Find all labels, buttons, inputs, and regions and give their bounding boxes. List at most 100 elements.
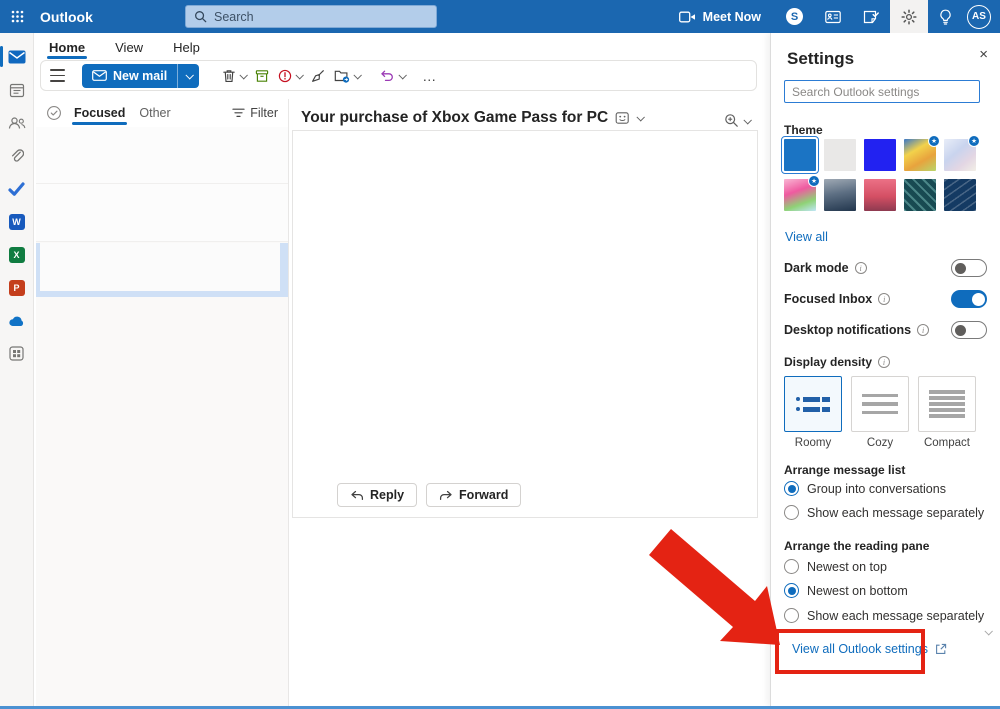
chevron-down-icon: [240, 71, 248, 79]
my-day-button[interactable]: [852, 0, 890, 33]
focused-inbox-toggle[interactable]: [951, 290, 987, 308]
undo-icon: [379, 69, 395, 82]
rail-people-button[interactable]: [0, 106, 33, 139]
close-icon[interactable]: ×: [979, 47, 988, 62]
archive-button[interactable]: [255, 69, 269, 83]
excel-icon: X: [9, 247, 25, 263]
message-list-item-selected[interactable]: [36, 243, 288, 297]
rail-word-button[interactable]: W: [0, 205, 33, 238]
info-icon[interactable]: i: [878, 293, 890, 305]
rail-files-button[interactable]: [0, 139, 33, 172]
view-all-settings-row[interactable]: View all Outlook settings: [792, 642, 947, 656]
settings-search-box[interactable]: [784, 80, 980, 103]
radio-group-conversations[interactable]: Group into conversations: [784, 481, 946, 496]
app-launcher-icon[interactable]: [0, 0, 34, 33]
scroll-down-icon[interactable]: [984, 627, 992, 635]
display-density-label: Display density i: [784, 355, 890, 369]
tab-focused[interactable]: Focused: [72, 102, 127, 124]
theme-swatch-gray[interactable]: [824, 139, 856, 171]
forward-button[interactable]: Forward: [426, 483, 521, 507]
radio-icon: [784, 559, 799, 574]
message-options-icon[interactable]: [615, 111, 630, 125]
radio-show-separately[interactable]: Show each message separately: [784, 505, 984, 520]
tab-help[interactable]: Help: [171, 38, 202, 60]
skype-button[interactable]: S: [775, 0, 814, 33]
premium-star-icon: ★: [928, 135, 940, 147]
view-all-outlook-settings-link[interactable]: View all Outlook settings: [792, 642, 928, 656]
desktop-notifications-toggle[interactable]: [951, 321, 987, 339]
new-mail-button[interactable]: New mail: [82, 64, 199, 88]
density-option-roomy[interactable]: Roomy: [784, 376, 842, 449]
word-icon: W: [9, 214, 25, 230]
info-icon[interactable]: i: [855, 262, 867, 274]
radio-newest-on-top[interactable]: Newest on top: [784, 559, 887, 574]
theme-swatch-colorful-waves[interactable]: ★: [904, 139, 936, 171]
roomy-preview-icon: [784, 376, 842, 432]
tips-button[interactable]: [928, 0, 963, 33]
theme-section-label: Theme: [784, 123, 823, 137]
theme-swatch-navy-circuit[interactable]: [944, 179, 976, 211]
info-icon[interactable]: i: [917, 324, 929, 336]
undo-button[interactable]: [379, 69, 405, 82]
compact-preview-icon: [918, 376, 976, 432]
theme-swatch-pastel-waves[interactable]: ★: [944, 139, 976, 171]
radio-label: Newest on bottom: [807, 584, 908, 598]
meet-now-button[interactable]: Meet Now: [665, 0, 775, 33]
settings-search-input[interactable]: [792, 85, 972, 99]
premium-star-icon: ★: [968, 135, 980, 147]
theme-swatch-sunset-palms[interactable]: [864, 179, 896, 211]
new-mail-split-chevron[interactable]: [177, 64, 199, 88]
more-commands-icon[interactable]: …: [422, 68, 437, 84]
rail-more-apps-button[interactable]: [0, 337, 33, 370]
select-all-icon[interactable]: [46, 105, 62, 121]
chevron-down-icon[interactable]: [637, 113, 645, 121]
density-label: Compact: [918, 437, 976, 449]
collapse-folder-pane-icon[interactable]: [50, 69, 65, 81]
rail-excel-button[interactable]: X: [0, 238, 33, 271]
tab-other[interactable]: Other: [137, 102, 172, 124]
theme-swatch-pink-art[interactable]: ★: [784, 179, 816, 211]
sweep-button[interactable]: [311, 69, 325, 83]
delete-button[interactable]: [222, 69, 246, 83]
radio-newest-on-bottom[interactable]: Newest on bottom: [784, 583, 908, 598]
reading-pane: Your purchase of Xbox Game Pass for PC R…: [289, 99, 770, 706]
zoom-magnifier-icon: [724, 113, 739, 128]
rail-calendar-button[interactable]: [0, 73, 33, 106]
zoom-control[interactable]: [724, 113, 750, 128]
app-title: Outlook: [40, 9, 93, 25]
tab-home[interactable]: Home: [47, 38, 87, 60]
gear-icon: [901, 9, 917, 25]
report-button[interactable]: [278, 69, 302, 83]
theme-swatch-mountains[interactable]: [824, 179, 856, 211]
rail-powerpoint-button[interactable]: P: [0, 271, 33, 304]
powerpoint-icon: P: [9, 280, 25, 296]
reply-button[interactable]: Reply: [337, 483, 417, 507]
theme-swatch-teal-circuit[interactable]: [904, 179, 936, 211]
density-option-cozy[interactable]: Cozy: [851, 376, 909, 449]
radio-selected-icon: [784, 481, 799, 496]
theme-swatch-bright-blue[interactable]: [864, 139, 896, 171]
rail-mail-button[interactable]: [0, 40, 33, 73]
move-to-button[interactable]: [334, 69, 360, 83]
search-input[interactable]: [214, 10, 428, 24]
theme-view-all-link[interactable]: View all: [785, 230, 828, 244]
tab-view[interactable]: View: [113, 38, 145, 60]
info-icon[interactable]: i: [878, 356, 890, 368]
contacts-card-button[interactable]: [814, 0, 852, 33]
theme-swatch-blue[interactable]: [784, 139, 816, 171]
radio-show-each-separately[interactable]: Show each message separately: [784, 608, 984, 623]
dark-mode-toggle[interactable]: [951, 259, 987, 277]
message-list-item[interactable]: [36, 184, 288, 242]
global-search-box[interactable]: [185, 5, 437, 28]
settings-gear-button[interactable]: [890, 0, 928, 33]
arrange-reading-pane-label: Arrange the reading pane: [784, 539, 929, 553]
radio-label: Group into conversations: [807, 482, 946, 496]
chevron-down-icon: [185, 71, 193, 79]
density-option-compact[interactable]: Compact: [918, 376, 976, 449]
rail-todo-button[interactable]: [0, 172, 33, 205]
account-avatar[interactable]: AS: [967, 5, 991, 29]
people-icon: [8, 116, 26, 130]
rail-onedrive-button[interactable]: [0, 304, 33, 337]
filter-button[interactable]: Filter: [232, 106, 278, 120]
message-list-item[interactable]: [36, 127, 288, 184]
